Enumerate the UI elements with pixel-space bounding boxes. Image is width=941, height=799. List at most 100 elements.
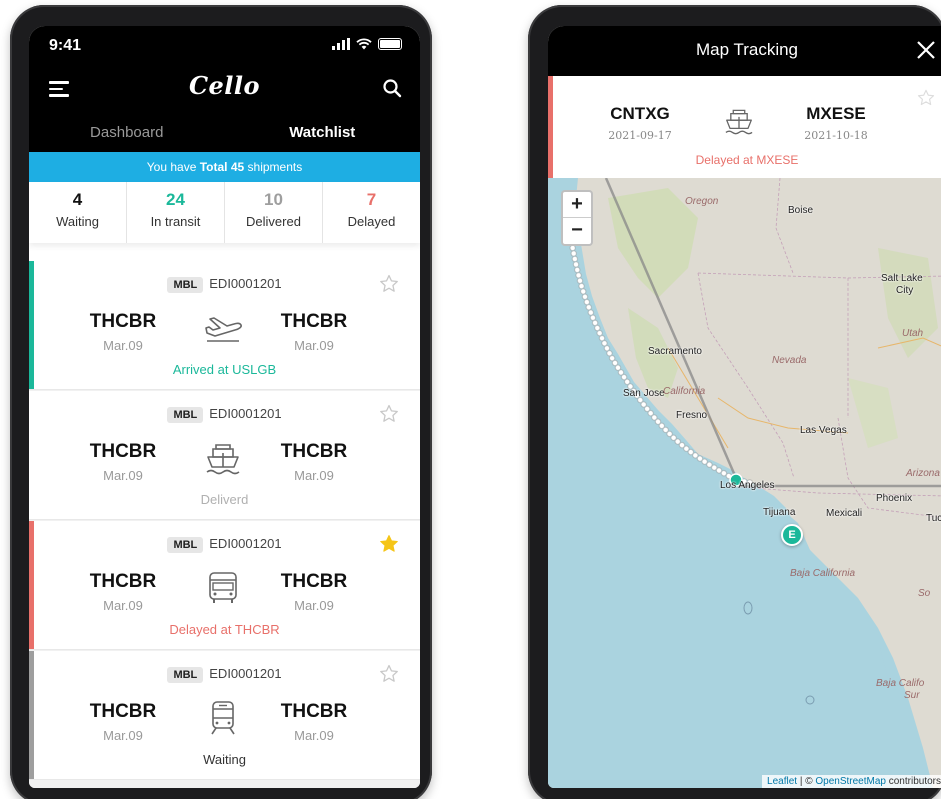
phone-frame-map: Map Tracking CNTXG 2021-09-17 MXESE 2021-1… xyxy=(528,5,941,799)
tab-dashboard[interactable]: Dashboard xyxy=(29,118,225,148)
origin-port: THCBR Mar.09 xyxy=(73,441,173,483)
osm-link[interactable]: OpenStreetMap xyxy=(815,776,886,787)
destination-port: THCBR Mar.09 xyxy=(264,571,364,613)
port-code: THCBR xyxy=(280,571,348,592)
map-view[interactable]: + − Oregon Boise Salt Lake City Utah Nev… xyxy=(548,178,941,788)
end-marker[interactable]: E xyxy=(781,524,803,546)
map-label: Mexicali xyxy=(826,508,863,519)
map-label: Los Angeles xyxy=(720,480,775,491)
map-label: Salt Lake xyxy=(881,273,923,284)
search-icon[interactable] xyxy=(382,78,402,98)
app-logo: Cello xyxy=(188,71,261,100)
port-date: Mar.09 xyxy=(294,728,334,743)
map-label: San Jose xyxy=(623,388,665,399)
port-code: THCBR xyxy=(89,571,157,592)
train-icon xyxy=(211,701,235,735)
map-label: Boise xyxy=(788,205,814,216)
map-label: Sacramento xyxy=(648,346,702,357)
destination-port: THCBR Mar.09 xyxy=(264,701,364,743)
leaflet-link[interactable]: Leaflet xyxy=(767,776,797,787)
shipment-status: Deliverd xyxy=(200,492,249,507)
count-value: 4 xyxy=(72,190,83,209)
close-icon[interactable] xyxy=(914,38,938,62)
map-attribution: Leaflet | © OpenStreetMap contributors xyxy=(762,775,941,788)
origin-port: THCBR Mar.09 xyxy=(73,311,173,353)
map-label: Phoenix xyxy=(876,493,913,504)
mbl-number: EDI0001201 xyxy=(209,536,282,551)
count-waiting[interactable]: 4 Waiting xyxy=(29,182,127,243)
status-counts: 4 Waiting 24 In transit 10 Delivered 7 Delay… xyxy=(29,182,420,243)
count-value: 10 xyxy=(264,190,283,209)
map-label: Baja California xyxy=(790,568,856,579)
port-date: Mar.09 xyxy=(294,338,334,353)
star-outline-icon[interactable] xyxy=(378,663,400,685)
phone-frame-watchlist: 9:41 Cello Dashboard Watchlist You have … xyxy=(10,5,432,799)
map-label: Utah xyxy=(902,328,924,339)
total-shipments-banner: You have Total 45 shipments xyxy=(29,152,420,182)
count-label: Delayed xyxy=(347,214,396,229)
shipment-number: MBL EDI0001201 xyxy=(29,666,420,683)
origin-port: THCBR Mar.09 xyxy=(73,571,173,613)
route-status: Delayed at MXESE xyxy=(695,153,799,167)
port-date: Mar.09 xyxy=(103,468,143,483)
shipment-card[interactable]: MBL EDI0001201 THCBR Mar.09 THCBR Mar.09 Ar… xyxy=(29,261,420,390)
attribution-contributors: contributors xyxy=(885,776,941,787)
shipment-card[interactable]: MBL EDI0001201 THCBR Mar.09 THCBR Mar.09 De… xyxy=(29,391,420,520)
zoom-out-button[interactable]: − xyxy=(563,218,591,244)
map-header: Map Tracking xyxy=(548,26,941,76)
truck-icon xyxy=(209,572,237,603)
attribution-separator: | © xyxy=(797,776,816,787)
map-title: Map Tracking xyxy=(695,40,799,59)
port-date: Mar.09 xyxy=(294,468,334,483)
map-label: Sur xyxy=(904,690,920,701)
banner-total: Total 45 xyxy=(199,160,245,174)
signal-icon xyxy=(332,38,350,50)
screenshot-stage: 9:41 Cello Dashboard Watchlist You have … xyxy=(0,0,941,799)
tab-watchlist[interactable]: Watchlist xyxy=(225,118,421,148)
shipment-status: Delayed at THCBR xyxy=(169,622,280,637)
mbl-number: EDI0001201 xyxy=(209,666,282,681)
star-outline-icon[interactable] xyxy=(378,273,400,295)
shipment-card[interactable]: MBL EDI0001201 THCBR Mar.09 THCBR Mar.09 De… xyxy=(29,521,420,650)
count-value: 7 xyxy=(366,190,377,209)
map-label: Arizona xyxy=(906,468,940,479)
star-outline-icon[interactable] xyxy=(916,88,936,108)
star-filled-icon[interactable] xyxy=(378,533,400,555)
shipment-card[interactable]: MBL EDI0001201 THCBR Mar.09 THCBR Mar.09 Wa… xyxy=(29,651,420,780)
battery-icon xyxy=(378,38,402,50)
map-label: Oregon xyxy=(685,196,719,207)
map-label: Nevada xyxy=(772,355,807,366)
origin-port: CNTXG 2021-09-17 xyxy=(585,104,695,142)
app-header: 9:41 Cello Dashboard Watchlist xyxy=(29,26,420,152)
map-label: Tucs xyxy=(926,513,941,524)
zoom-control: + − xyxy=(561,190,593,246)
origin-port: THCBR Mar.09 xyxy=(73,701,173,743)
map-label: So xyxy=(918,588,931,599)
count-value: 24 xyxy=(166,190,185,209)
port-code: THCBR xyxy=(280,441,348,462)
banner-prefix: You have xyxy=(146,160,200,174)
banner-suffix: shipments xyxy=(244,160,303,174)
destination-port: MXESE 2021-10-18 xyxy=(781,104,891,142)
watchlist-screen: 9:41 Cello Dashboard Watchlist You have … xyxy=(29,26,420,788)
plane-icon xyxy=(205,317,242,342)
route-summary-card: CNTXG 2021-09-17 MXESE 2021-10-18 Delayed … xyxy=(548,76,941,178)
zoom-in-button[interactable]: + xyxy=(563,192,591,218)
shipment-number: MBL EDI0001201 xyxy=(29,276,420,293)
port-date: Mar.09 xyxy=(103,338,143,353)
count-label: Waiting xyxy=(56,214,99,229)
count-delivered[interactable]: 10 Delivered xyxy=(225,182,323,243)
count-delayed[interactable]: 7 Delayed xyxy=(323,182,420,243)
port-code: THCBR xyxy=(89,311,157,332)
port-date: Mar.09 xyxy=(103,598,143,613)
count-in-transit[interactable]: 24 In transit xyxy=(127,182,225,243)
port-code: THCBR xyxy=(89,441,157,462)
map-label: Baja Califo xyxy=(876,678,925,689)
wifi-icon xyxy=(356,38,372,50)
port-code: MXESE xyxy=(806,104,866,123)
port-date: 2021-09-17 xyxy=(608,129,672,142)
star-outline-icon[interactable] xyxy=(378,403,400,425)
mbl-tag: MBL xyxy=(167,667,204,683)
shipment-number: MBL EDI0001201 xyxy=(29,536,420,553)
ship-icon xyxy=(725,109,753,135)
